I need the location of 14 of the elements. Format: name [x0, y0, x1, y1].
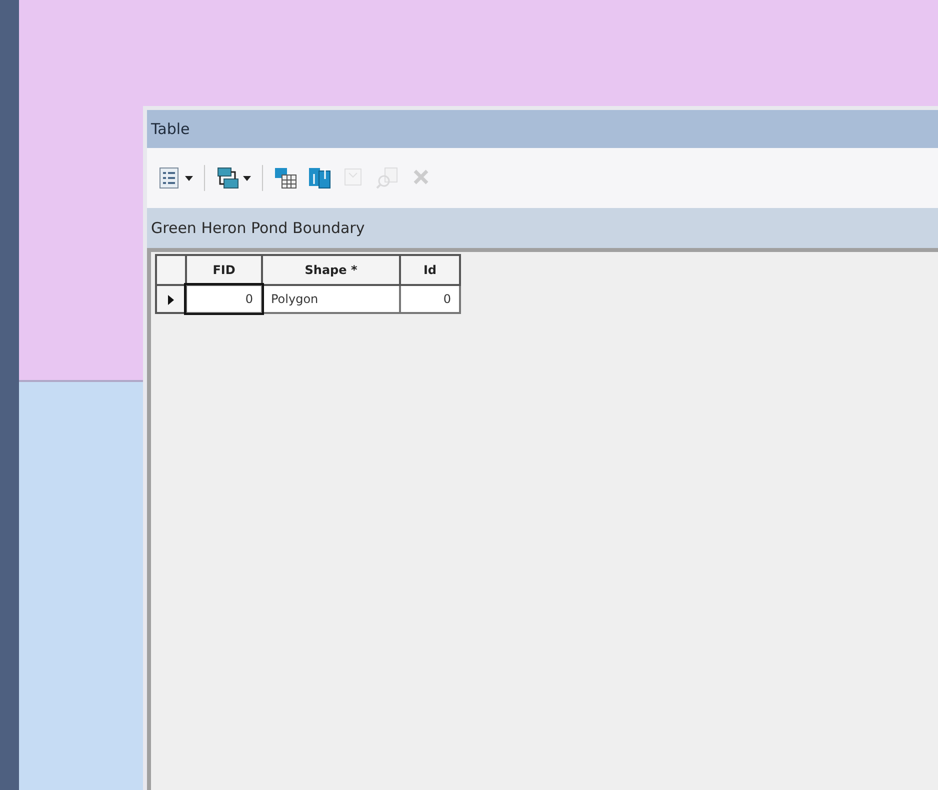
table-cell: 0 — [186, 285, 262, 313]
table-cell: Polygon — [262, 285, 400, 313]
linked-tables-icon — [216, 166, 240, 190]
caret-icon — [243, 176, 251, 180]
table-cell: 0 — [400, 285, 460, 313]
layer-tab-title[interactable]: Green Heron Pond Boundary — [151, 216, 365, 240]
column-header[interactable]: Shape * — [262, 255, 400, 285]
column-header[interactable]: Id — [400, 255, 460, 285]
column-header[interactable]: FID — [186, 255, 262, 285]
caret-icon — [185, 176, 193, 180]
table-select-icon — [274, 166, 298, 190]
swap-tables-icon — [308, 166, 332, 190]
window-title: Table — [151, 118, 190, 140]
magnifier-table-icon — [376, 166, 400, 190]
